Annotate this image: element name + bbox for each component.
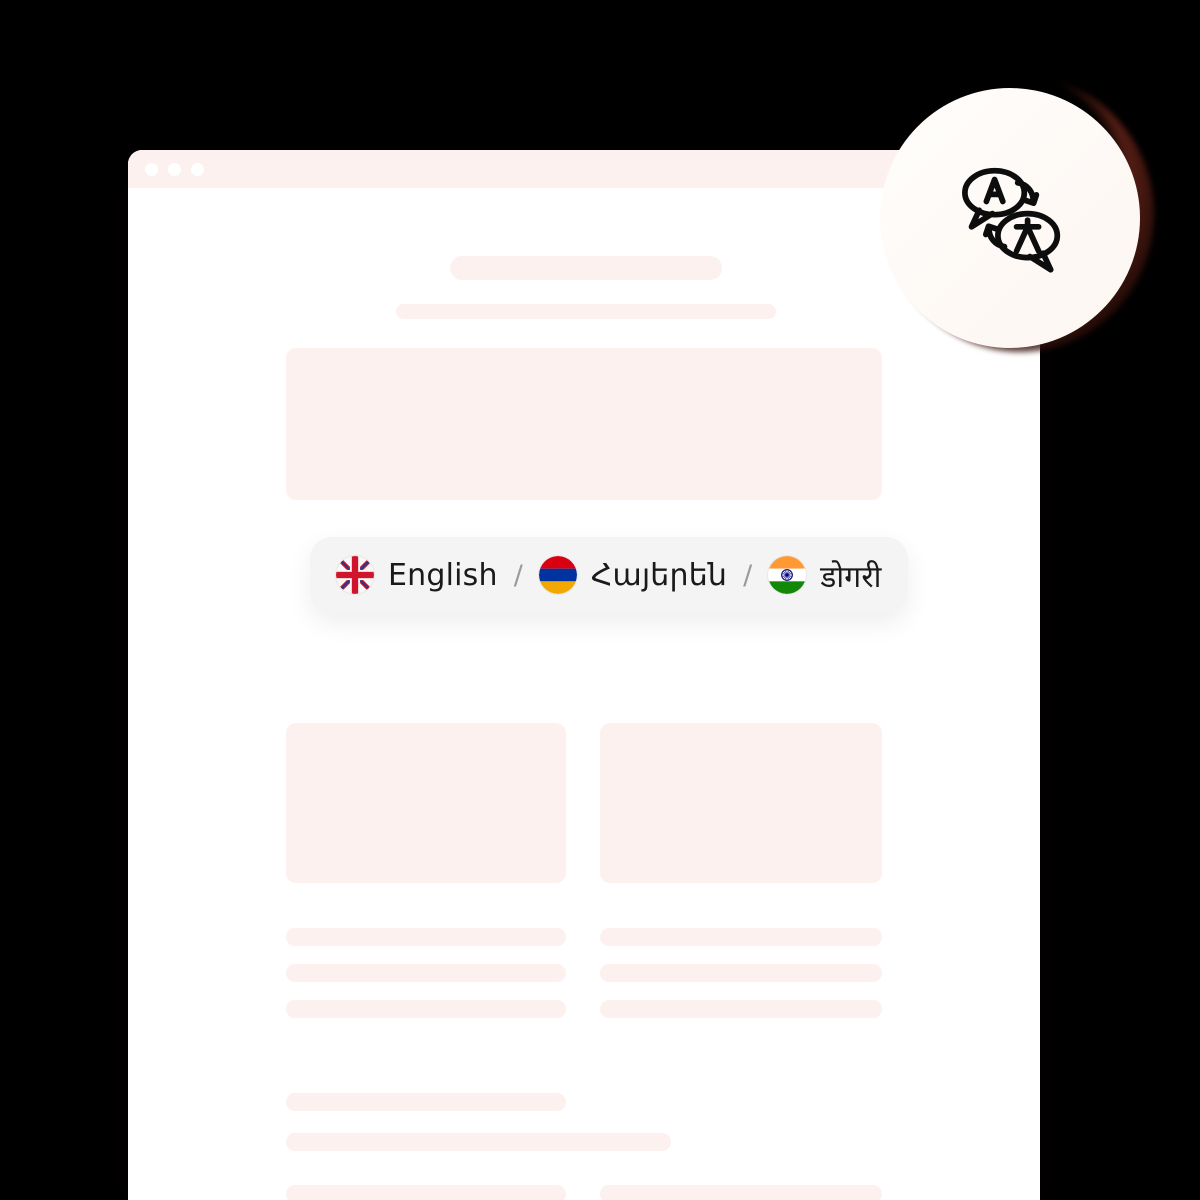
skeleton-paragraph-line [286,1133,671,1151]
language-option-english[interactable]: English [336,556,498,594]
skeleton-card-image-right [600,723,882,883]
language-separator: / [743,559,753,591]
skeleton-card-right-line [600,1000,882,1018]
illustration-canvas: English / Հայերեն / डोगरी [0,0,1200,1200]
translate-icon [962,167,1061,273]
armenia-flag-icon [538,556,577,594]
skeleton-card-left-line [286,964,566,982]
skeleton-card-right-line [600,928,882,946]
traffic-light-maximize-icon[interactable] [191,162,204,176]
language-label-dogri: डोगरी [820,559,882,595]
language-label-english: English [388,557,498,593]
language-switcher: English / Հայերեն / डोगरी [310,537,908,613]
skeleton-paragraph-line [286,1093,566,1111]
skeleton-paragraph-line [286,1185,566,1200]
language-option-dogri[interactable]: डोगरी [768,555,881,596]
skeleton-hero-subtitle [396,304,776,319]
translate-badge [880,88,1140,348]
india-flag-icon [768,556,807,594]
traffic-light-close-icon[interactable] [145,162,158,176]
traffic-light-minimize-icon[interactable] [168,162,181,176]
skeleton-hero-image [286,348,882,500]
page-content [128,188,1040,1200]
skeleton-card-image-left [286,723,566,883]
skeleton-hero-title [450,256,722,280]
browser-window [128,150,1040,1200]
language-option-armenian[interactable]: Հայերեն [538,556,728,594]
united-kingdom-flag-icon [336,556,374,594]
skeleton-card-right-line [600,964,882,982]
language-separator: / [513,559,523,591]
skeleton-card-left-line [286,1000,566,1018]
language-label-armenian: Հայերեն [590,557,728,593]
skeleton-card-left-line [286,928,566,946]
skeleton-paragraph-line [600,1185,882,1200]
